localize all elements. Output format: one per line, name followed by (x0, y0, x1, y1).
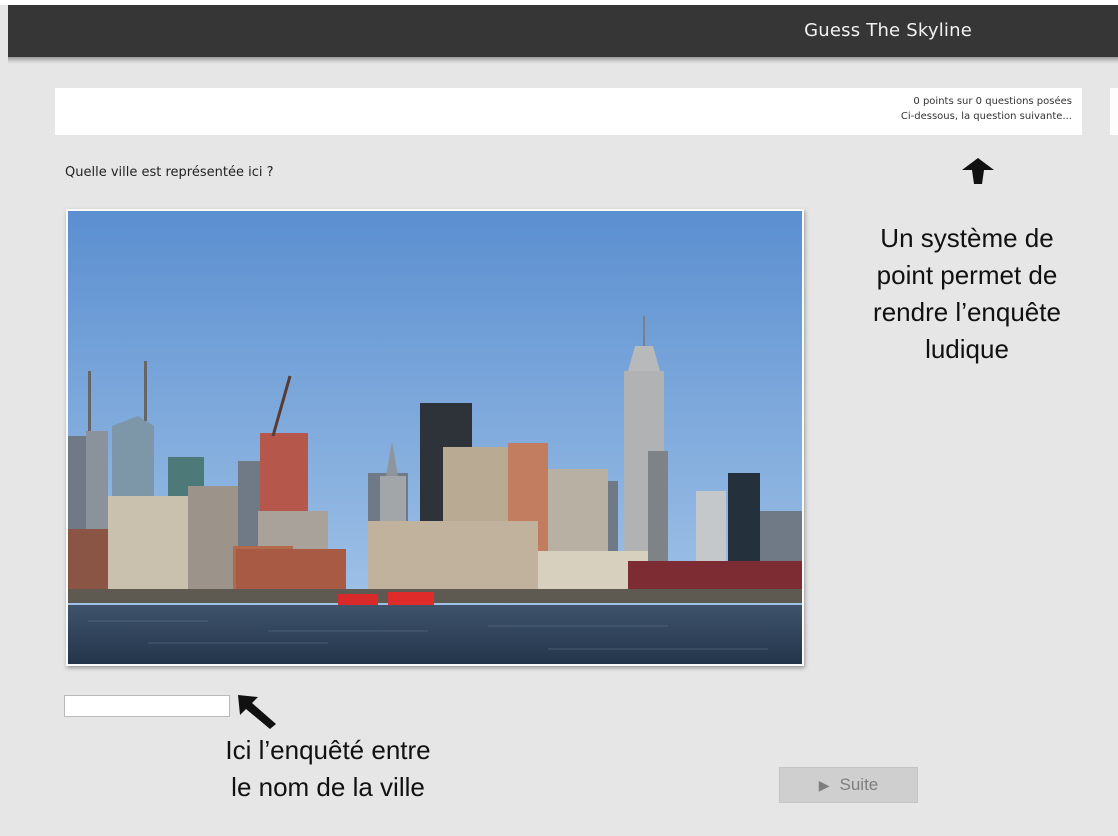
input-annotation: Ici l’enquêté entre le nom de la ville (148, 732, 508, 806)
next-button[interactable]: ▶ Suite (779, 767, 918, 803)
next-button-label: Suite (839, 775, 879, 794)
input-annotation-line: Ici l’enquêté entre (225, 735, 431, 765)
arrow-up-left-icon (238, 695, 276, 729)
score-annotation-line: rendre l’enquête (873, 297, 1061, 327)
score-panel: 0 points sur 0 questions posées Ci-desso… (55, 88, 1082, 135)
skyline-illustration (68, 211, 802, 664)
arrow-up-icon (962, 158, 994, 184)
input-annotation-line: le nom de la ville (231, 772, 425, 802)
header-divider (8, 57, 1118, 64)
score-annotation-line: Un système de (880, 223, 1054, 253)
city-answer-input[interactable] (64, 695, 230, 717)
panel-edge (1110, 88, 1118, 135)
app-title: Guess The Skyline (804, 20, 972, 41)
score-annotation: Un système de point permet de rendre l’e… (836, 220, 1098, 368)
score-annotation-line: ludique (925, 334, 1009, 364)
play-icon: ▶ (818, 776, 830, 793)
question-prompt: Quelle ville est représentée ici ? (65, 165, 274, 180)
score-annotation-line: point permet de (876, 260, 1058, 290)
app-header: Guess The Skyline (8, 5, 1118, 57)
next-question-text: Ci-dessous, la question suivante... (900, 111, 1072, 122)
skyline-photo (66, 209, 804, 666)
score-text: 0 points sur 0 questions posées (913, 96, 1072, 107)
